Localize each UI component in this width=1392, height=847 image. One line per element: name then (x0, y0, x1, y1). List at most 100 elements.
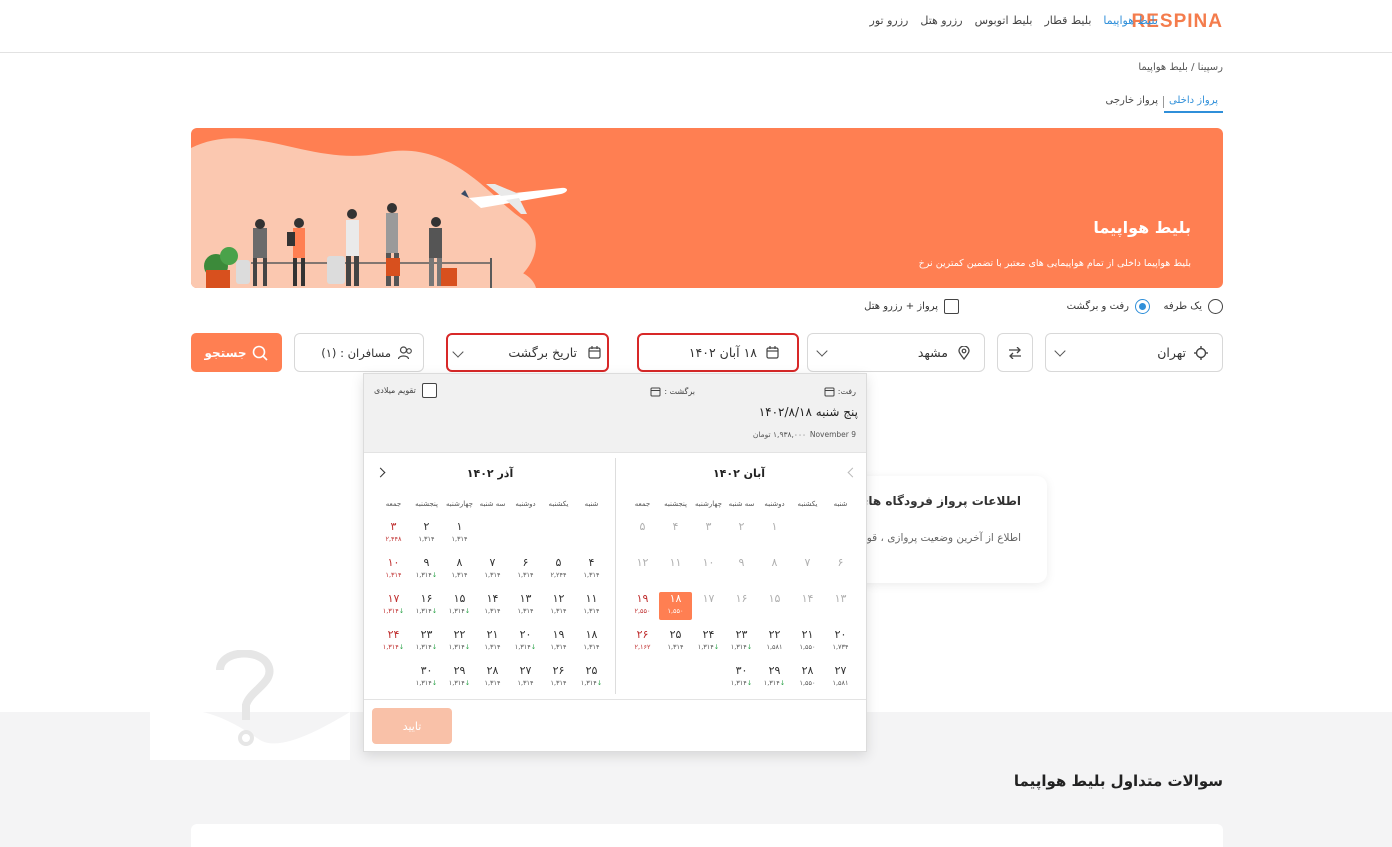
calendar-day[interactable]: ۲۵ ۱,۳۱۴↓ (575, 664, 608, 692)
day-price: ۱,۳۱۴ (517, 679, 534, 687)
calendar-day[interactable]: ۱۰ ۱,۳۱۴ (377, 556, 410, 584)
datepicker-header: رفت: برگشت : پنج شنبه ۱۴۰۲/۸/۱۸ November… (364, 374, 866, 453)
calendar-day[interactable]: ۲۷ ۱,۵۸۱ (824, 664, 857, 692)
calendar-day-selected[interactable]: ۱۸ ۱,۵۵۰ (659, 592, 692, 620)
calendar-day[interactable]: ۲۶ ۱,۳۱۴ (542, 664, 575, 692)
destination-select[interactable]: مشهد (807, 333, 985, 372)
gregorian-calendar-toggle[interactable]: تقویم میلادی (374, 383, 437, 398)
calendar-day[interactable]: ۲۱ ۱,۵۵۰ (791, 628, 824, 656)
calendar-day[interactable]: ۶ ۱,۳۱۴ (509, 556, 542, 584)
calendar-day[interactable]: ۲۰ ۱,۳۱۴↓ (509, 628, 542, 656)
one-way-radio[interactable] (1208, 299, 1223, 314)
gregorian-checkbox[interactable] (421, 383, 437, 398)
calendar-day[interactable]: ۲۲ ۱,۳۱۴↓ (443, 628, 476, 656)
price-down-icon: ↓ (779, 679, 786, 687)
gregorian-date: November 9 (809, 430, 856, 439)
calendar-day[interactable]: ۱۷ ۱,۳۱۴↓ (377, 592, 410, 620)
nav-hotel[interactable]: رزرو هتل (920, 14, 962, 27)
calendar-day[interactable]: ۲۱ ۱,۳۱۴ (476, 628, 509, 656)
day-number: ۱۷ (702, 592, 715, 605)
calendar-day[interactable]: ۱۳ ۱,۳۱۴ (509, 592, 542, 620)
calendar-day: ۱۳ (824, 592, 857, 620)
day-price: ۱,۳۱۴ (550, 643, 567, 651)
calendar-day[interactable]: ۱۹ ۱,۳۱۴ (542, 628, 575, 656)
round-trip-option[interactable]: رفت و برگشت (1067, 299, 1150, 314)
calendar-day[interactable]: ۱۴ ۱,۳۱۴ (476, 592, 509, 620)
calendar-day[interactable]: ۲۶ ۲,۱۶۲ (626, 628, 659, 656)
calendar-day[interactable]: ۹ ۱,۳۱۴↓ (410, 556, 443, 584)
calendar-day[interactable]: ۲۴ ۱,۳۱۴↓ (692, 628, 725, 656)
day-price: ۱,۵۵۰ (799, 679, 816, 687)
day-number: ۱۷ (387, 592, 400, 605)
day-price: ۱,۵۵۰ (799, 643, 816, 651)
confirm-button[interactable]: تایید (372, 708, 452, 744)
nav-tour[interactable]: رزرو تور (870, 14, 909, 27)
day-number: ۲۲ (768, 628, 781, 641)
flight-hotel-checkbox[interactable] (944, 299, 959, 314)
flight-hotel-option[interactable]: پرواز + رزرو هتل (864, 299, 959, 314)
calendar-day[interactable]: ۲۵ ۱,۳۱۴ (659, 628, 692, 656)
calendar-day[interactable]: ۲ ۱,۳۱۴ (410, 520, 443, 548)
nav-bus[interactable]: بلیط اتوبوس (975, 14, 1033, 27)
day-price: ۱,۳۱۴↓ (415, 643, 438, 651)
calendar-day[interactable]: ۲۷ ۱,۳۱۴ (509, 664, 542, 692)
calendar-day[interactable]: ۱۲ ۱,۳۱۴ (542, 592, 575, 620)
nav-flight[interactable]: بلیط هواپیما (1103, 14, 1158, 27)
nav-train[interactable]: بلیط قطار (1045, 14, 1092, 27)
price-down-icon: ↓ (596, 679, 603, 687)
airport-info-card[interactable]: اطلاعات پرواز فرودگاه های کشور اطلاع از … (840, 476, 1047, 583)
calendar-day[interactable]: ۲۲ ۱,۵۸۱ (758, 628, 791, 656)
depart-date-field[interactable]: ۱۸ آبان ۱۴۰۲ (637, 333, 799, 372)
calendar-day[interactable]: ۱۶ ۱,۳۱۴↓ (410, 592, 443, 620)
day-price: ۱,۳۱۴ (484, 679, 501, 687)
calendar-day[interactable]: ۸ ۱,۳۱۴ (443, 556, 476, 584)
day-number: ۲۵ (585, 664, 598, 677)
calendar-day[interactable]: ۱۱ ۱,۳۱۴ (575, 592, 608, 620)
calendar-day[interactable]: ۳۰ ۱,۳۱۴↓ (410, 664, 443, 692)
round-trip-radio[interactable] (1135, 299, 1150, 314)
calendar-day[interactable]: ۷ ۱,۳۱۴ (476, 556, 509, 584)
info-card-subtitle: اطلاع از آخرین وضعیت پروازی ، قوانین (849, 532, 1021, 544)
one-way-option[interactable]: یک طرفه (1163, 299, 1223, 314)
month-title: آبان ۱۴۰۲ (712, 467, 766, 480)
day-number: ۱۵ (453, 592, 466, 605)
day-number: ۱ (456, 520, 463, 533)
calendar-day[interactable]: ۲۴ ۱,۳۱۴↓ (377, 628, 410, 656)
tab-domestic[interactable]: پرواز داخلی (1164, 95, 1223, 113)
price-down-icon: ↓ (746, 679, 753, 687)
calendar-day[interactable]: ۵ ۲,۲۴۴ (542, 556, 575, 584)
calendar-day[interactable]: ۲۰ ۱,۷۳۴ (824, 628, 857, 656)
calendar-day[interactable]: ۳۰ ۱,۳۱۴↓ (725, 664, 758, 692)
calendar-day[interactable]: ۲۹ ۱,۳۱۴↓ (443, 664, 476, 692)
day-number: ۲۳ (735, 628, 748, 641)
calendar-day[interactable]: ۲۹ ۱,۳۱۴↓ (758, 664, 791, 692)
tab-foreign[interactable]: پرواز خارجی (1101, 95, 1164, 113)
day-number: ۲۴ (387, 628, 400, 641)
return-date-field[interactable]: تاریخ برگشت (446, 333, 609, 372)
day-number: ۱۱ (669, 556, 682, 569)
search-button[interactable]: جستجو (191, 333, 282, 372)
calendar-day[interactable]: ۱۹ ۲,۵۵۰ (626, 592, 659, 620)
weekday-header: شنبه یکشنبه دوشنبه سه شنبه چهارشنبه پنجشنبه جم… (370, 500, 610, 512)
calendar-day[interactable]: ۲۳ ۱,۳۱۴↓ (410, 628, 443, 656)
calendar-day[interactable]: ۲۳ ۱,۳۱۴↓ (725, 628, 758, 656)
origin-select[interactable]: تهران (1045, 333, 1223, 372)
calendar-day: ۴ (659, 520, 692, 548)
calendar-day[interactable]: ۱ ۱,۳۱۴ (443, 520, 476, 548)
faq-item[interactable] (191, 824, 1223, 847)
price-down-icon: ↓ (464, 607, 471, 615)
calendar-day[interactable]: ۲۸ ۱,۵۵۰ (791, 664, 824, 692)
calendar-day: ۷ (791, 556, 824, 584)
day-price: ۱,۳۱۴↓ (415, 607, 438, 615)
calendar-day[interactable]: ۱۸ ۱,۳۱۴ (575, 628, 608, 656)
breadcrumb[interactable]: رسپینا / بلیط هواپیما (1138, 62, 1223, 73)
calendar-day[interactable]: ۳ ۲,۴۴۸ (377, 520, 410, 548)
chevron-down-icon (816, 345, 828, 357)
calendar-day[interactable]: ۴ ۱,۳۱۴ (575, 556, 608, 584)
swap-button[interactable] (997, 333, 1033, 372)
day-number: ۲۸ (486, 664, 499, 677)
day-number: ۲۳ (420, 628, 433, 641)
passengers-select[interactable]: مسافران : (۱) (294, 333, 424, 372)
calendar-day[interactable]: ۱۵ ۱,۳۱۴↓ (443, 592, 476, 620)
calendar-day[interactable]: ۲۸ ۱,۳۱۴ (476, 664, 509, 692)
